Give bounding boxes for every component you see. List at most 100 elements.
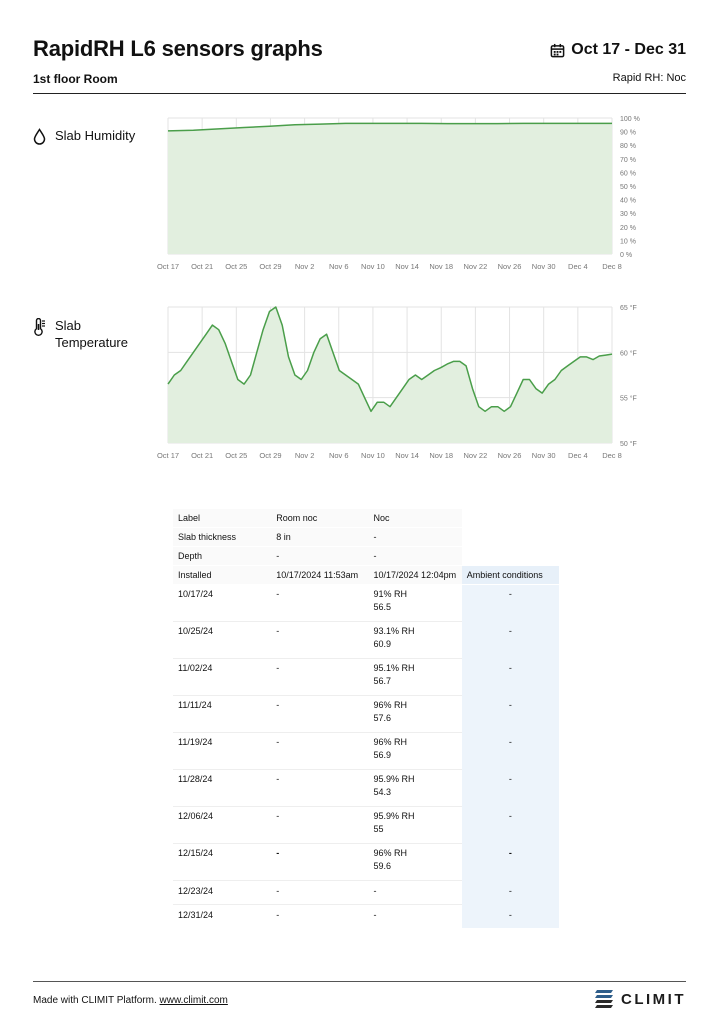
row-date: 11/28/24 <box>173 769 272 807</box>
table-row: 10/25/24 - 93.1% RH 60.9 - <box>173 621 559 659</box>
row-date: 12/31/24 <box>173 904 272 928</box>
humidity-y-tick-label: 20 % <box>620 225 636 232</box>
row-ambient: - <box>461 806 559 844</box>
row-room: - <box>271 806 369 844</box>
meta-label: Depth <box>173 546 272 566</box>
humidity-x-tick-label: Dec 4 <box>568 262 588 271</box>
table-row: 12/15/24 - 96% RH 59.6 - <box>173 843 559 881</box>
temperature-x-tick-label: Nov 30 <box>532 451 556 460</box>
humidity-area <box>168 123 612 255</box>
footer-divider <box>33 981 686 982</box>
date-range[interactable]: Oct 17 - Dec 31 <box>550 41 686 59</box>
temperature-x-tick-label: Nov 6 <box>329 451 349 460</box>
row-room: - <box>271 584 369 622</box>
table-meta-row: Installed 10/17/2024 11:53am 10/17/2024 … <box>173 565 559 585</box>
humidity-y-tick-label: 80 % <box>620 143 636 150</box>
temperature-y-tick-label: 50 °F <box>620 440 637 448</box>
temperature-x-tick-label: Nov 10 <box>361 451 385 460</box>
sensor-label: Rapid RH: Noc <box>612 72 686 84</box>
humidity-x-tick-label: Nov 30 <box>532 262 556 271</box>
temperature-x-tick-label: Nov 14 <box>395 451 419 460</box>
humidity-y-tick-label: 100 % <box>620 116 640 123</box>
meta-label: Slab thickness <box>173 527 272 547</box>
noc-rh: 96% RH <box>373 700 408 710</box>
row-noc: 96% RH 59.6 <box>368 843 462 881</box>
row-room: - <box>271 769 369 807</box>
temperature-area <box>168 307 612 443</box>
temperature-x-tick-label: Dec 4 <box>568 451 588 460</box>
humidity-y-tick-label: 30 % <box>620 211 636 218</box>
noc-rh: 95.9% RH <box>373 811 415 821</box>
noc-rh: 95.1% RH <box>373 663 415 673</box>
noc-rh: 91% RH <box>373 589 408 599</box>
temperature-x-tick-label: Oct 25 <box>225 451 247 460</box>
humidity-x-tick-label: Nov 22 <box>464 262 488 271</box>
footer-credit: Made with CLIMIT Platform. www.climit.co… <box>33 995 228 1006</box>
meta-room: 8 in <box>271 527 369 547</box>
temperature-x-tick-label: Oct 17 <box>157 451 179 460</box>
humidity-y-tick-label: 40 % <box>620 198 636 205</box>
climit-link[interactable]: www.climit.com <box>160 995 228 1006</box>
temperature-label-line1: Slab <box>55 318 82 333</box>
row-date: 10/25/24 <box>173 621 272 659</box>
temperature-y-tick-label: 65 °F <box>620 304 637 312</box>
humidity-x-tick-label: Nov 14 <box>395 262 419 271</box>
noc-rh: 96% RH <box>373 848 408 858</box>
row-ambient: - <box>461 769 559 807</box>
noc-rh: 95.9% RH <box>373 774 415 784</box>
humidity-x-tick-label: Nov 26 <box>498 262 522 271</box>
temperature-label-line2: Temperature <box>55 335 128 350</box>
noc-rh: 96% RH <box>373 737 408 747</box>
row-ambient: - <box>461 904 559 928</box>
humidity-x-tick-label: Oct 21 <box>191 262 213 271</box>
table-row: 12/31/24 - - - <box>173 904 559 928</box>
table-row: 12/06/24 - 95.9% RH 55 - <box>173 806 559 844</box>
humidity-x-tick-label: Dec 8 <box>602 262 622 271</box>
row-room: - <box>271 695 369 733</box>
table-row: 12/23/24 - - - <box>173 880 559 905</box>
sensor-readings-table: Label Room noc Noc Slab thickness 8 in -… <box>173 509 559 928</box>
row-ambient: - <box>461 621 559 659</box>
noc-temp: 57.6 <box>373 713 392 723</box>
row-ambient: - <box>461 695 559 733</box>
humidity-x-tick-label: Nov 10 <box>361 262 385 271</box>
humidity-y-tick-label: 60 % <box>620 170 636 177</box>
ambient-conditions-header: Ambient conditions <box>461 565 559 585</box>
noc-temp: 54.3 <box>373 787 392 797</box>
climit-logo-icon <box>595 990 613 1008</box>
row-noc: 95.9% RH 55 <box>368 806 462 844</box>
date-range-text: Oct 17 - Dec 31 <box>571 41 686 58</box>
temperature-x-tick-label: Nov 22 <box>464 451 488 460</box>
temperature-x-tick-label: Oct 21 <box>191 451 213 460</box>
climit-logo-text: CLIMIT <box>621 990 686 1008</box>
humidity-y-tick-label: 10 % <box>620 238 636 245</box>
row-date: 11/19/24 <box>173 732 272 770</box>
meta-noc: Noc <box>368 509 462 528</box>
noc-temp: 55 <box>373 824 384 834</box>
climit-logo: CLIMIT <box>595 988 686 1010</box>
temperature-x-tick-label: Nov 18 <box>429 451 453 460</box>
noc-temp: 56.5 <box>373 602 392 612</box>
meta-amb <box>461 546 559 566</box>
meta-amb <box>461 509 559 528</box>
humidity-x-tick-label: Nov 2 <box>295 262 315 271</box>
meta-noc: - <box>368 527 462 547</box>
meta-noc: 10/17/2024 12:04pm <box>368 565 462 585</box>
room-name: 1st floor Room <box>33 72 118 86</box>
row-room: - <box>271 732 369 770</box>
humidity-chart: 0 % 10 % 20 % 30 % 40 % 50 % 60 % 70 % 80 % 90 % 1… <box>157 116 640 271</box>
row-noc: 93.1% RH 60.9 <box>368 621 462 659</box>
row-noc: - <box>368 880 462 905</box>
row-date: 12/23/24 <box>173 880 272 905</box>
humidity-label: Slab Humidity <box>33 127 135 145</box>
humidity-x-tick-label: Nov 6 <box>329 262 349 271</box>
noc-rh: 93.1% RH <box>373 626 415 636</box>
row-ambient: - <box>461 843 559 881</box>
table-meta-row: Label Room noc Noc <box>173 509 559 528</box>
row-ambient: - <box>461 658 559 696</box>
row-ambient: - <box>461 584 559 622</box>
meta-room: 10/17/2024 11:53am <box>271 565 369 585</box>
table-row: 10/17/24 - 91% RH 56.5 - <box>173 584 559 622</box>
noc-temp: 56.9 <box>373 750 392 760</box>
row-noc: 95.1% RH 56.7 <box>368 658 462 696</box>
